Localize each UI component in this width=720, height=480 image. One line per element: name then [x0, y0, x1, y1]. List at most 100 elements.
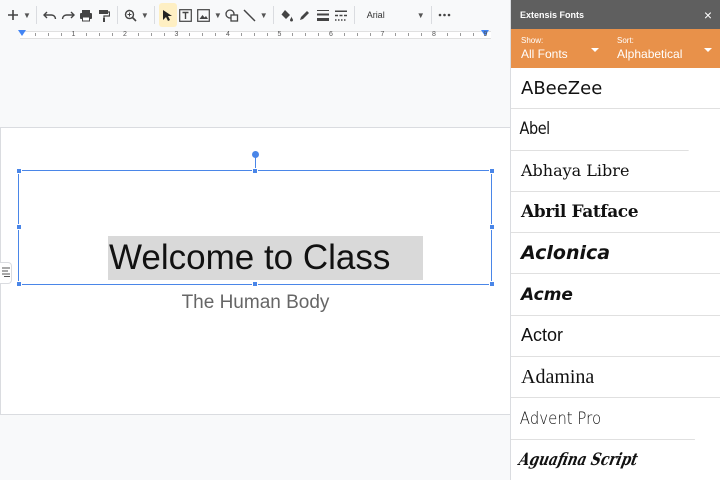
font-list-item[interactable]: Aguafina Script [511, 439, 683, 480]
toolbar-divider [116, 6, 118, 24]
slide-title[interactable]: Welcome to Class [108, 236, 423, 280]
slide-subtitle[interactable]: The Human Body [0, 292, 510, 314]
plus-icon[interactable] [4, 3, 22, 27]
redo-icon[interactable] [59, 3, 77, 27]
shape-icon[interactable] [223, 3, 241, 27]
zoom-icon[interactable] [122, 3, 140, 27]
chevron-down-icon: ▼ [416, 10, 425, 20]
show-filter-dropdown[interactable]: Show: All Fonts [511, 29, 607, 68]
sidebar-title: Extensis Fonts [520, 9, 585, 20]
font-name: Acme [521, 284, 573, 305]
ruler-number: 6 [329, 31, 333, 38]
ruler-tick [47, 33, 49, 36]
ruler-tick [305, 33, 307, 36]
ruler-tick [86, 33, 88, 36]
resize-handle-left[interactable] [16, 224, 22, 230]
ruler-tick [99, 33, 101, 36]
zoom-caret-icon[interactable]: ▼ [140, 3, 150, 27]
ruler-tick [266, 33, 268, 36]
ruler-tick [356, 33, 358, 36]
line-caret-icon[interactable]: ▼ [259, 3, 269, 27]
ruler-tick [459, 33, 461, 36]
sort-dropdown[interactable]: Sort: Alphabetical [607, 29, 720, 68]
ruler-number: 8 [432, 31, 436, 38]
font-list: ABeeZee Abel Abhaya Libre Abril Fatface … [511, 68, 720, 480]
ruler-number: 2 [123, 31, 127, 38]
resize-handle-top[interactable] [252, 168, 258, 174]
ruler-tick [189, 33, 191, 36]
font-list-item[interactable]: Actor [511, 316, 720, 358]
font-list-item[interactable]: ABeeZee [511, 68, 720, 110]
undo-icon[interactable] [41, 3, 59, 27]
side-panel-toggle[interactable] [0, 262, 12, 284]
font-list-item[interactable]: Advent Pro [511, 398, 695, 440]
font-list-item[interactable]: Abril Fatface [511, 192, 720, 234]
chevron-down-icon [591, 48, 599, 52]
image-caret-icon[interactable]: ▼ [213, 3, 223, 27]
font-name: Abel [519, 119, 551, 140]
toolbar: ▼ ▼ ▼ ▼ Arial ▼ [0, 0, 510, 30]
font-list-item[interactable]: Adamina [511, 357, 720, 399]
ruler-tick [408, 33, 410, 36]
font-list-item[interactable]: Abhaya Libre [511, 151, 720, 192]
ruler-tick [318, 33, 320, 36]
font-list-item[interactable]: Acme [511, 274, 720, 316]
fill-color-icon[interactable] [278, 3, 296, 27]
chevron-down-icon [704, 48, 712, 52]
ruler-number: 5 [277, 31, 282, 38]
ruler-tick [163, 33, 165, 36]
extensis-fonts-sidebar: Extensis Fonts × Show: All Fonts Sort: A… [511, 0, 720, 480]
paint-format-icon[interactable] [95, 3, 113, 27]
new-slide-caret-icon[interactable]: ▼ [22, 3, 32, 27]
font-name: ABeeZee [521, 77, 603, 99]
ruler-tick [150, 33, 152, 36]
slide-editor: ▼ ▼ ▼ ▼ Arial ▼ 1 2 3 4 5 6 7 8 9 Welcom… [0, 0, 511, 480]
border-weight-icon[interactable] [314, 3, 332, 27]
rotate-handle[interactable] [252, 151, 259, 158]
textbox-icon[interactable] [177, 3, 195, 27]
border-color-icon[interactable] [296, 3, 314, 27]
toolbar-divider [272, 6, 274, 24]
ruler-tick [395, 33, 397, 36]
ruler-number: 9 [483, 31, 488, 38]
font-list-item[interactable]: Abel [511, 109, 689, 151]
resize-handle-right[interactable] [489, 224, 495, 230]
ruler-tick [34, 33, 36, 36]
align-lines-icon [1, 264, 10, 282]
more-icon[interactable] [436, 3, 454, 27]
ruler-tick [446, 33, 448, 36]
font-family-value: Arial [366, 10, 385, 20]
resize-handle-top-left[interactable] [16, 168, 22, 174]
ruler-tick [112, 33, 114, 36]
resize-handle-bottom[interactable] [252, 281, 258, 287]
image-icon[interactable] [195, 3, 213, 27]
resize-handle-top-right[interactable] [489, 168, 495, 174]
sidebar-header: Extensis Fonts × [511, 0, 720, 29]
ruler-tick [60, 33, 62, 36]
close-icon[interactable]: × [704, 8, 712, 22]
print-icon[interactable] [77, 3, 95, 27]
line-icon[interactable] [241, 3, 259, 27]
left-indent-marker[interactable] [18, 30, 26, 36]
toolbar-divider [353, 6, 355, 24]
font-name: Aguafina Script [516, 449, 640, 470]
ruler-tick [215, 33, 217, 36]
font-name: Advent Pro [519, 408, 602, 429]
ruler-number: 3 [174, 31, 179, 38]
border-dash-icon[interactable] [332, 3, 350, 27]
resize-handle-bottom-right[interactable] [489, 281, 495, 287]
font-name: Adamina [521, 365, 595, 388]
font-list-item[interactable]: Aclonica [511, 233, 720, 275]
font-name: Abril Fatface [521, 202, 639, 223]
resize-handle-bottom-left[interactable] [16, 281, 22, 287]
ruler-tick [421, 33, 423, 36]
select-cursor-icon[interactable] [158, 3, 177, 27]
ruler-tick [292, 33, 294, 36]
show-filter-label: Show: [521, 36, 544, 45]
ruler-tick [369, 33, 371, 36]
font-family-select[interactable]: Arial ▼ [361, 4, 427, 26]
ruler-number: 4 [226, 31, 230, 38]
font-name: Abhaya Libre [521, 161, 630, 181]
ruler-tick [202, 33, 204, 36]
toolbar-divider [430, 6, 432, 24]
